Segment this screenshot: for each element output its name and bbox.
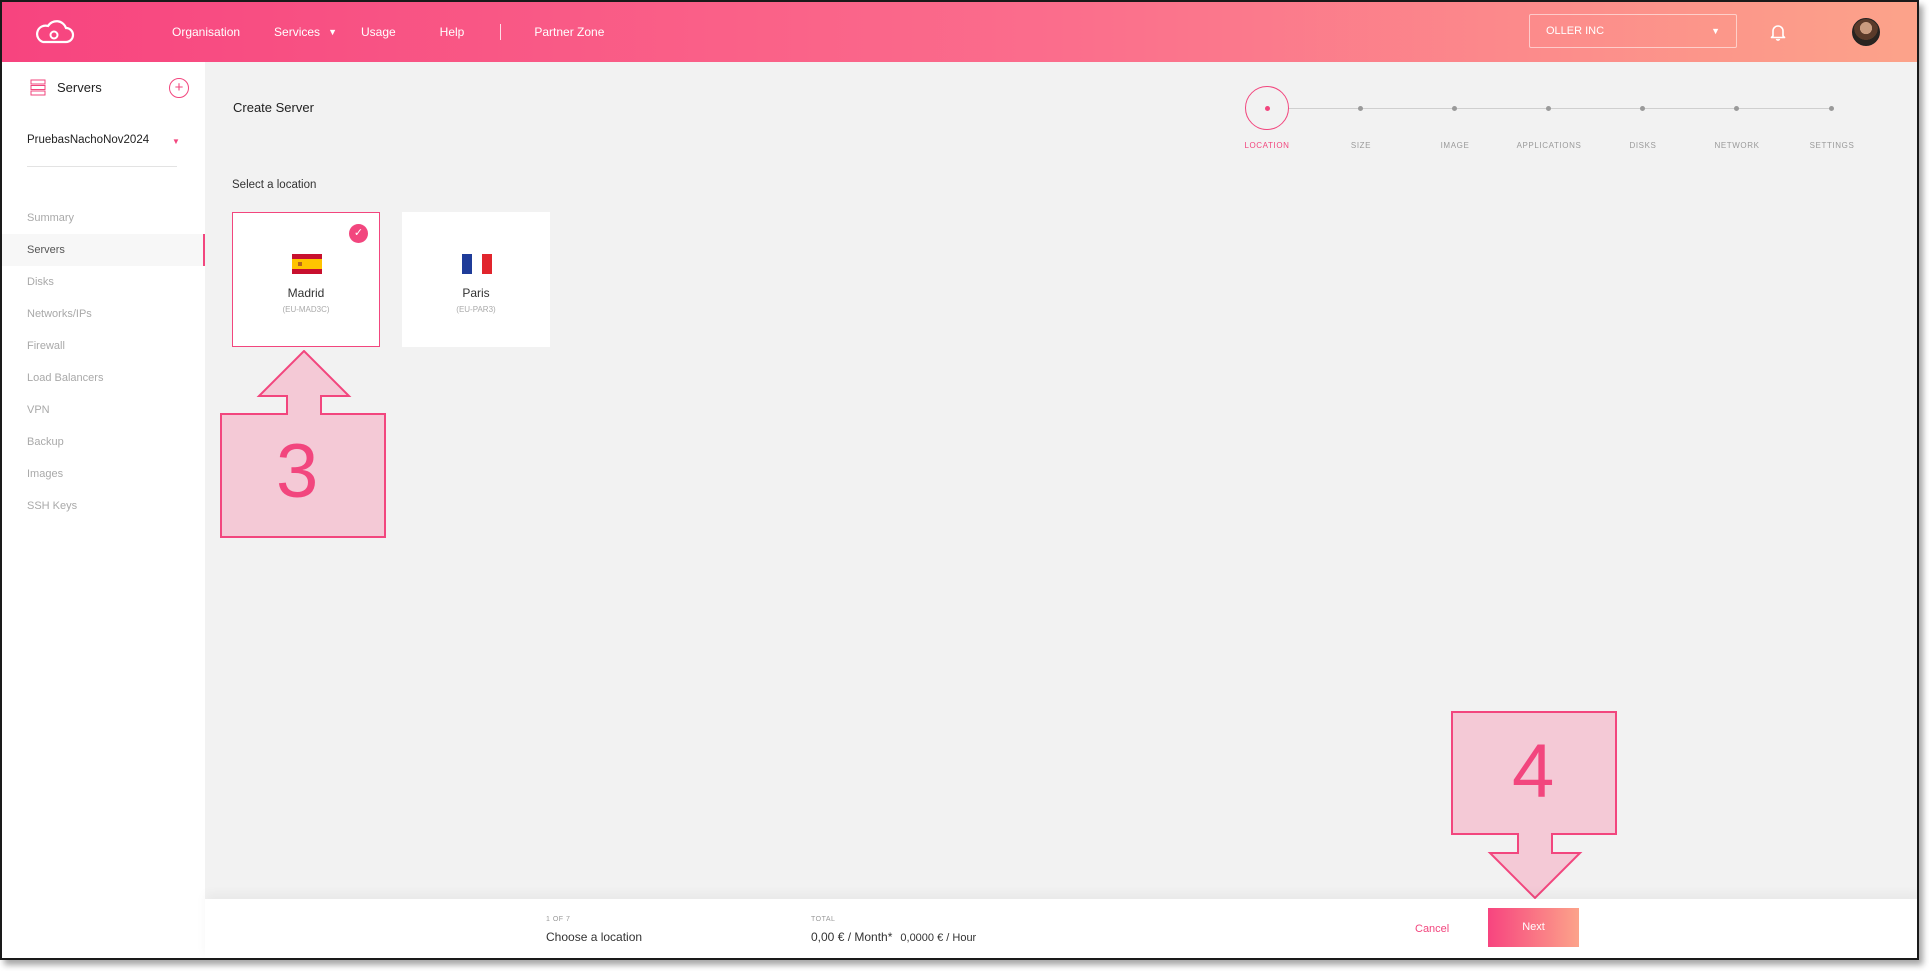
sidebar-header: Servers [30, 79, 102, 96]
organization-select-value: OLLER INC [1546, 25, 1605, 37]
step-label: IMAGE [1440, 141, 1470, 150]
sidebar-title: Servers [57, 80, 102, 95]
nav-usage[interactable]: Usage [361, 25, 396, 39]
sidebar-item-images[interactable]: Images [2, 458, 205, 490]
step-dot [1265, 106, 1270, 111]
step-description: Choose a location [546, 930, 643, 944]
annotation-number-4: 4 [1512, 729, 1555, 814]
chevron-down-icon[interactable]: ▼ [328, 27, 337, 37]
sidebar-item-backup[interactable]: Backup [2, 426, 205, 458]
app-window: Organisation Services ▼ Usage Help Partn… [0, 0, 1919, 960]
sidebar: Servers + PruebasNachoNov2024 ▼ Summary … [2, 62, 205, 958]
next-button[interactable]: Next [1488, 908, 1579, 947]
total-hour: 0,0000 € / Hour [900, 932, 977, 944]
sidebar-item-servers[interactable]: Servers [2, 234, 205, 266]
annotation-number-3: 3 [276, 429, 319, 514]
wizard-stepper: LOCATION SIZE IMAGE APPLICATIONS DISKS N… [1237, 86, 1857, 156]
sidebar-item-vpn[interactable]: VPN [2, 394, 205, 426]
location-code: (EU-MAD3C) [282, 305, 330, 314]
step-dot [1734, 106, 1739, 111]
wizard-footer: 1 OF 7 Choose a location TOTAL 0,00 € / … [205, 899, 1917, 958]
check-icon: ✓ [349, 224, 368, 243]
sidebar-item-summary[interactable]: Summary [2, 202, 205, 234]
nav-services[interactable]: Services [274, 25, 320, 39]
total-label: TOTAL [811, 916, 836, 923]
total-month: 0,00 € / Month* [811, 930, 893, 944]
page-title: Create Server [233, 100, 314, 115]
france-flag-icon [462, 254, 492, 274]
sidebar-menu: Summary Servers Disks Networks/IPs Firew… [2, 202, 205, 522]
step-dot [1640, 106, 1645, 111]
add-server-button[interactable]: + [169, 78, 189, 98]
sidebar-item-ssh-keys[interactable]: SSH Keys [2, 490, 205, 522]
cloud-logo-icon[interactable] [32, 20, 76, 46]
sidebar-item-disks[interactable]: Disks [2, 266, 205, 298]
sidebar-item-networks[interactable]: Networks/IPs [2, 298, 205, 330]
nav-organisation[interactable]: Organisation [172, 25, 240, 39]
step-label: NETWORK [1714, 141, 1760, 150]
sidebar-item-firewall[interactable]: Firewall [2, 330, 205, 362]
step-label: SIZE [1350, 141, 1372, 150]
chevron-down-icon: ▼ [172, 137, 180, 146]
organization-select[interactable]: OLLER INC ▼ [1529, 14, 1737, 48]
location-name: Madrid [287, 286, 325, 300]
nav-partner-zone[interactable]: Partner Zone [534, 25, 604, 39]
chevron-down-icon: ▼ [1711, 26, 1720, 36]
step-dot [1546, 106, 1551, 111]
user-avatar[interactable] [1852, 18, 1880, 46]
location-card-madrid[interactable]: ✓ Madrid (EU-MAD3C) [232, 212, 380, 347]
location-name: Paris [462, 286, 490, 300]
step-label: APPLICATIONS [1516, 141, 1582, 150]
step-dot [1452, 106, 1457, 111]
project-select[interactable]: PruebasNachoNov2024 ▼ [27, 134, 180, 146]
location-card-paris[interactable]: Paris (EU-PAR3) [402, 212, 550, 347]
step-label: SETTINGS [1809, 141, 1855, 150]
bell-icon[interactable] [1770, 23, 1786, 41]
sidebar-divider [27, 166, 177, 167]
top-navbar: Organisation Services ▼ Usage Help Partn… [2, 2, 1917, 62]
total-price: 0,00 € / Month* 0,0000 € / Hour [811, 930, 976, 944]
step-label: DISKS [1629, 141, 1657, 150]
project-name: PruebasNachoNov2024 [27, 134, 150, 146]
section-label: Select a location [232, 179, 317, 191]
step-counter: 1 OF 7 [546, 916, 571, 923]
sidebar-item-load-balancers[interactable]: Load Balancers [2, 362, 205, 394]
location-code: (EU-PAR3) [456, 305, 496, 314]
main-nav: Organisation Services ▼ Usage Help Partn… [172, 2, 604, 62]
step-dot [1829, 106, 1834, 111]
nav-help[interactable]: Help [440, 25, 465, 39]
nav-divider [500, 24, 502, 40]
server-icon [30, 79, 46, 96]
step-label: LOCATION [1244, 141, 1290, 150]
step-dot [1358, 106, 1363, 111]
spain-flag-icon [292, 254, 322, 274]
cancel-button[interactable]: Cancel [1415, 923, 1449, 935]
